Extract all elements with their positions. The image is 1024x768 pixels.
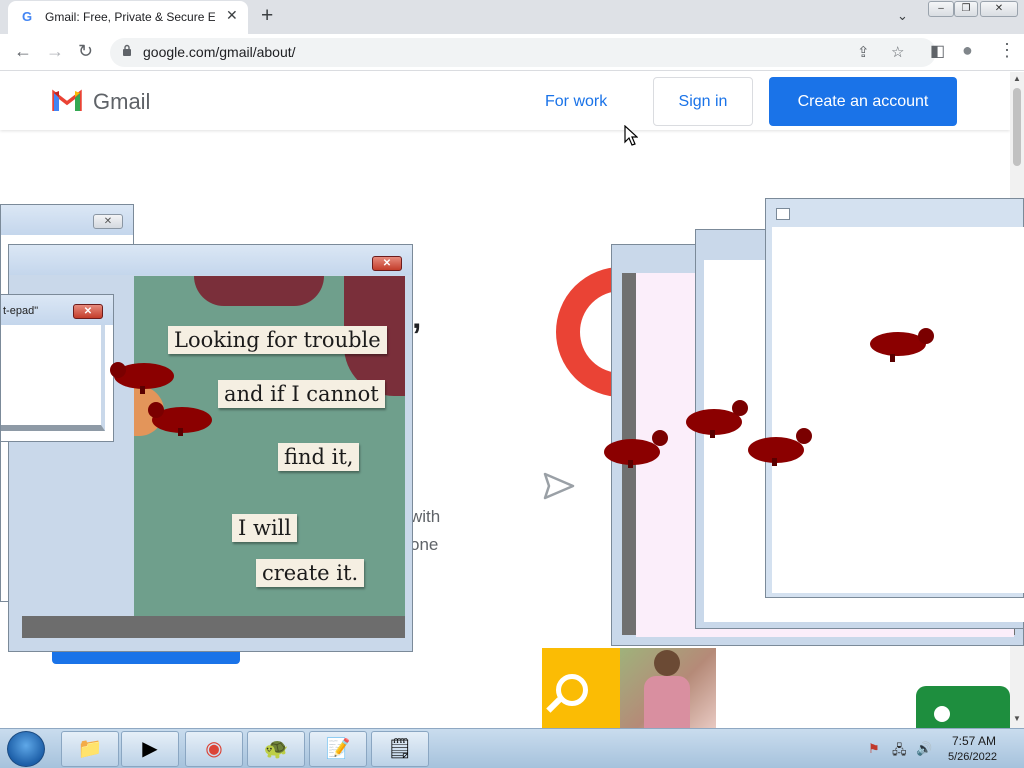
url-text[interactable]: google.com/gmail/about/ xyxy=(143,44,296,60)
action-center-flag-icon[interactable]: ⚑ xyxy=(868,741,880,757)
bookmark-star-icon[interactable]: ☆ xyxy=(891,43,904,61)
window-body xyxy=(772,227,1024,593)
red-bird-sprite xyxy=(148,402,212,436)
network-icon[interactable]: 🖧 xyxy=(892,741,907,763)
lock-icon[interactable] xyxy=(122,44,132,56)
new-tab-button[interactable]: + xyxy=(261,4,273,28)
tab-search-chevron-icon[interactable]: ⌄ xyxy=(897,8,908,24)
poster-line-3: find it, xyxy=(278,443,360,471)
notepad-window[interactable]: t-epad" ✕ xyxy=(0,294,114,442)
red-bird-sprite xyxy=(748,428,812,466)
red-bird-sprite xyxy=(110,362,174,394)
browser-tab[interactable]: G Gmail: Free, Private & Secure Email ✕ xyxy=(8,1,248,34)
side-panel-icon[interactable]: ◧ xyxy=(930,41,945,61)
hero-text-fragment-one: one xyxy=(410,535,439,554)
window-close-button[interactable]: ✕ xyxy=(980,1,1018,17)
windows-taskbar: 📁 ▶ ◉ 🐢 📝 🗒 ⚑ 🖧 🔊 7:57 AM 5/26/2022 xyxy=(0,728,1024,768)
tab-title: Gmail: Free, Private & Secure Email xyxy=(45,10,215,24)
meet-dot-icon xyxy=(934,706,950,722)
notepad-window-title: t-epad" xyxy=(3,305,39,317)
poster-line-5: create it. xyxy=(256,559,365,587)
scrollbar-thumb[interactable] xyxy=(1013,88,1021,166)
profile-avatar-icon[interactable]: ● xyxy=(962,40,973,61)
notepad-text-area[interactable] xyxy=(1,325,105,431)
turtle-app-taskbar-icon[interactable]: 🐢 xyxy=(247,731,305,767)
volume-icon[interactable]: 🔊 xyxy=(916,741,932,757)
child-photo xyxy=(620,648,716,728)
reload-icon[interactable]: ↻ xyxy=(78,41,93,62)
browser-toolbar: ← → ↻ google.com/gmail/about/ ⇪ ☆ ◧ ● ⋮ xyxy=(0,34,1024,71)
gmail-wordmark: Gmail xyxy=(93,89,151,114)
child-photo-head xyxy=(654,650,680,676)
window-close-icon[interactable]: ✕ xyxy=(93,214,123,229)
clock-date[interactable]: 5/26/2022 xyxy=(948,751,997,763)
minimize-button[interactable]: – xyxy=(928,1,954,17)
blank-window-right-3[interactable] xyxy=(765,198,1024,598)
gmail-logo-icon[interactable] xyxy=(52,89,82,111)
chrome-taskbar-icon[interactable]: ◉ xyxy=(185,731,243,767)
window-app-icon xyxy=(776,208,790,220)
window-close-icon[interactable]: ✕ xyxy=(372,256,402,271)
window-close-icon[interactable]: ✕ xyxy=(73,304,103,319)
tab-close-icon[interactable]: ✕ xyxy=(226,7,238,24)
poster-decoration xyxy=(194,276,324,306)
magnifier-handle xyxy=(546,697,562,713)
red-bird-sprite xyxy=(870,328,934,362)
poster-line-2: and if I cannot xyxy=(218,380,385,408)
mouse-cursor-icon xyxy=(624,125,638,146)
forward-icon[interactable]: → xyxy=(46,41,64,62)
window-titlebar[interactable] xyxy=(9,245,412,275)
start-button[interactable] xyxy=(7,731,45,767)
explorer-taskbar-icon[interactable]: 📁 xyxy=(61,731,119,767)
restore-button[interactable]: ❐ xyxy=(954,1,978,17)
browser-tab-strip: G Gmail: Free, Private & Secure Email ✕ … xyxy=(0,0,1024,34)
gmail-header: Gmail For work Sign in Create an account xyxy=(0,72,1010,130)
address-bar[interactable]: google.com/gmail/about/ ⇪ ☆ xyxy=(110,38,936,67)
quote-poster-image: Looking for trouble and if I cannot find… xyxy=(134,276,405,616)
for-work-link[interactable]: For work xyxy=(545,93,607,111)
media-player-taskbar-icon[interactable]: ▶ xyxy=(121,731,179,767)
poster-line-1: Looking for trouble xyxy=(168,326,387,354)
clock-time[interactable]: 7:57 AM xyxy=(952,734,996,748)
meet-feature-tile xyxy=(916,686,1010,728)
scroll-down-arrow-icon[interactable]: ▼ xyxy=(1013,714,1021,723)
search-feature-tile xyxy=(542,648,620,728)
back-icon[interactable]: ← xyxy=(14,41,32,62)
notepad-edit-taskbar-icon[interactable]: 📝 xyxy=(309,731,367,767)
browser-menu-icon[interactable]: ⋮ xyxy=(998,40,1016,61)
sign-in-button[interactable]: Sign in xyxy=(653,77,753,126)
red-bird-sprite xyxy=(686,400,748,438)
hero-heading-fragment: ’ xyxy=(412,317,422,355)
google-favicon-icon: G xyxy=(22,9,33,24)
scroll-up-arrow-icon[interactable]: ▲ xyxy=(1013,74,1021,83)
notepad-taskbar-icon[interactable]: 🗒 xyxy=(371,731,429,767)
red-bird-sprite xyxy=(604,430,668,468)
send-icon xyxy=(543,472,575,500)
child-photo-body xyxy=(644,676,690,728)
create-account-button[interactable]: Create an account xyxy=(769,77,957,126)
hero-text-fragment-with: with xyxy=(410,507,441,526)
poster-line-4: I will xyxy=(232,514,298,542)
share-icon[interactable]: ⇪ xyxy=(857,43,870,61)
poster-window-footer xyxy=(22,616,405,638)
